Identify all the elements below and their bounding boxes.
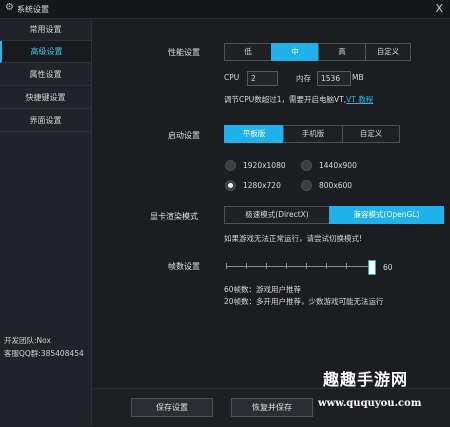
render-mode-options: 极速模式(DirectX) 兼容模式(OpenGL) — [224, 206, 444, 224]
watermark-logo: 趣趣手游网 — [323, 370, 409, 389]
startup-label: 启动设置 — [168, 131, 200, 140]
sidebar: 常用设置 高级设置 属性设置 快捷键设置 界面设置 开发团队:Nox 客服QQ群… — [0, 19, 92, 426]
fps-slider-track[interactable] — [226, 266, 373, 267]
memory-label: 内存 — [296, 74, 311, 83]
render-directx-option[interactable]: 极速模式(DirectX) — [224, 206, 329, 224]
resolution-1440-label: 1440x900 — [319, 161, 357, 170]
resolution-800-label: 800x600 — [319, 181, 353, 190]
performance-low-option[interactable]: 低 — [224, 43, 271, 61]
fps-slider-tick — [286, 263, 287, 269]
startup-options: 平板版 手机版 自定义 — [224, 125, 400, 143]
fps-slider-tick — [346, 263, 347, 269]
startup-tablet-option[interactable]: 平板版 — [224, 125, 283, 143]
sidebar-item-interface[interactable]: 界面设置 — [0, 110, 91, 132]
memory-unit: MB — [352, 73, 364, 82]
resolution-1280-label: 1280x720 — [243, 181, 281, 190]
resolution-1440-radio[interactable] — [301, 160, 312, 171]
fps-note-20: 20帧数：多开用户推荐，少数游戏可能无法运行 — [224, 297, 384, 306]
fps-slider-thumb[interactable] — [368, 260, 376, 275]
dev-team-text: 开发团队:Nox — [4, 336, 51, 345]
startup-custom-option[interactable]: 自定义 — [342, 125, 400, 143]
restore-save-button[interactable]: 恢复并保存 — [231, 398, 313, 417]
sidebar-item-common[interactable]: 常用设置 — [0, 19, 91, 41]
performance-high-option[interactable]: 高 — [318, 43, 365, 61]
sidebar-item-properties[interactable]: 属性设置 — [0, 64, 91, 86]
fps-value: 60 — [383, 263, 393, 272]
vt-hint: 调节CPU数超过1，需要开启电脑VT,VT 教程 — [224, 94, 373, 105]
cpu-input[interactable]: 2 — [247, 71, 278, 86]
save-button[interactable]: 保存设置 — [131, 398, 213, 417]
gear-icon: ⚙ — [5, 2, 14, 13]
sidebar-footer: 开发团队:Nox 客服QQ群:385408454 — [4, 334, 84, 360]
render-mode-hint: 如果游戏无法正常运行，请尝试切换模式! — [224, 234, 363, 243]
startup-phone-option[interactable]: 手机版 — [283, 125, 342, 143]
vt-hint-text: 调节CPU数超过1，需要开启电脑VT, — [224, 95, 347, 104]
performance-options: 低 中 高 自定义 — [224, 43, 411, 61]
fps-slider-tick — [266, 263, 267, 269]
resolution-1280-radio[interactable] — [225, 180, 236, 191]
performance-label: 性能设置 — [168, 48, 200, 57]
memory-input[interactable]: 1536 — [317, 71, 351, 86]
window-title: 系统设置 — [17, 5, 49, 14]
resolution-1920-label: 1920x1080 — [243, 161, 286, 170]
fps-slider-tick — [326, 263, 327, 269]
fps-slider-tick — [246, 263, 247, 269]
cpu-label: CPU — [224, 73, 240, 82]
title-bar: ⚙ 系统设置 X — [0, 0, 450, 19]
sidebar-item-advanced[interactable]: 高级设置 — [0, 41, 91, 63]
qq-group-text: 客服QQ群:385408454 — [4, 349, 84, 358]
sidebar-item-shortcuts[interactable]: 快捷键设置 — [0, 87, 91, 109]
fps-slider-tick — [226, 263, 227, 269]
render-mode-label: 显卡渲染模式 — [150, 212, 198, 221]
performance-medium-option[interactable]: 中 — [271, 43, 318, 61]
vt-tutorial-link[interactable]: VT 教程 — [346, 95, 373, 104]
fps-slider-tick — [306, 263, 307, 269]
resolution-1920-radio[interactable] — [225, 160, 236, 171]
performance-custom-option[interactable]: 自定义 — [365, 43, 411, 61]
close-button[interactable]: X — [435, 2, 443, 15]
resolution-800-radio[interactable] — [301, 180, 312, 191]
watermark-url: www.ququyou.com — [318, 398, 422, 409]
fps-label: 帧数设置 — [168, 262, 200, 271]
fps-note-60: 60帧数：游戏用户推荐 — [224, 285, 302, 294]
render-opengl-option[interactable]: 兼容模式(OpenGL) — [329, 206, 444, 224]
